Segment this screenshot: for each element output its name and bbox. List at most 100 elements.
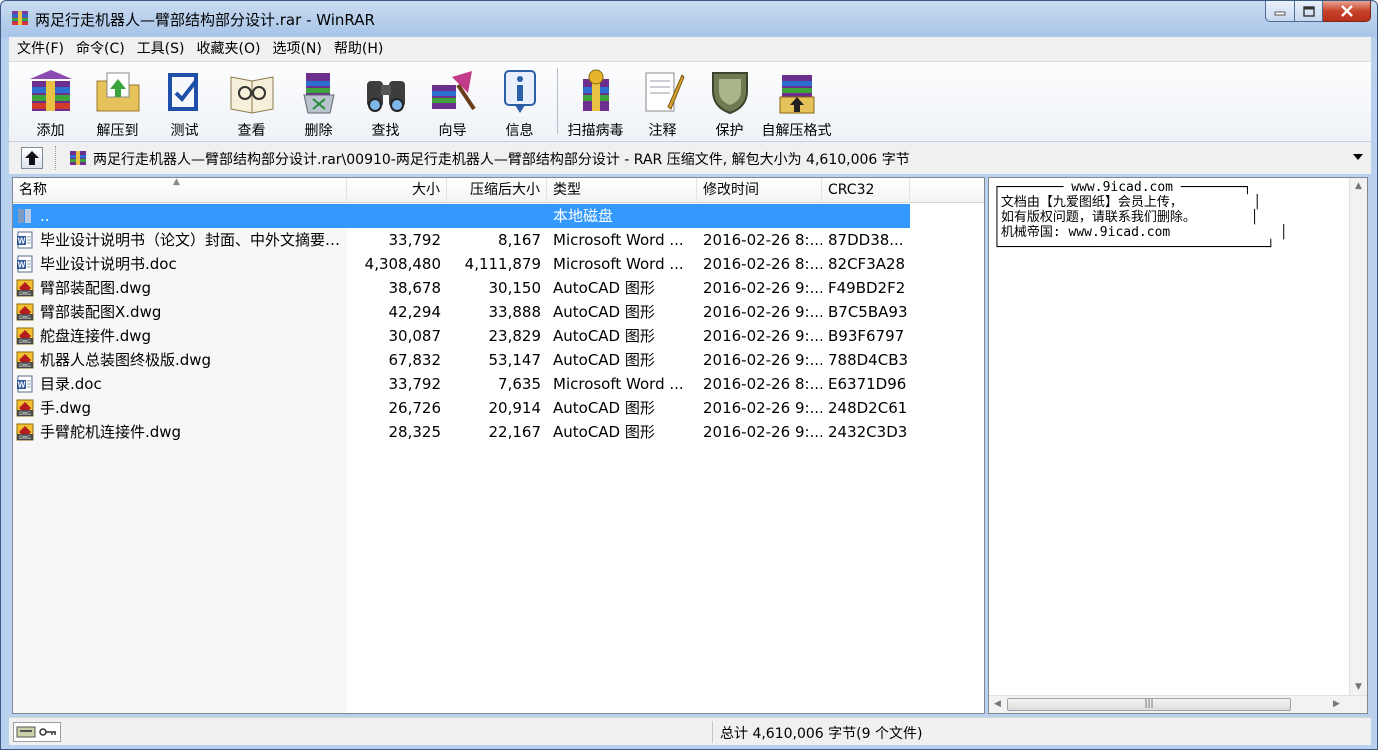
- minimize-button[interactable]: [1265, 1, 1295, 22]
- address-bar: 两足行走机器人—臂部结构部分设计.rar\00910-两足行走机器人—臂部结构部…: [9, 141, 1371, 174]
- word-doc-icon: W: [16, 231, 34, 249]
- file-modified: 2016-02-26 9:...: [703, 399, 822, 417]
- up-one-level-button[interactable]: [21, 147, 43, 169]
- file-row[interactable]: DWG 舵盘连接件.dwg 30,087 23,829 AutoCAD 图形 2016-0…: [13, 324, 984, 348]
- status-indicators[interactable]: [13, 722, 61, 742]
- scroll-up-icon[interactable]: ▲: [1355, 181, 1362, 191]
- svg-text:DWG: DWG: [19, 363, 31, 369]
- file-crc: [822, 204, 910, 228]
- virus-scan-button[interactable]: 扫描病毒: [562, 62, 629, 140]
- protect-button[interactable]: 保护: [696, 62, 763, 140]
- file-type: AutoCAD 图形: [553, 303, 655, 321]
- add-label: 添加: [36, 123, 65, 139]
- view-label: 查看: [237, 123, 266, 139]
- file-row[interactable]: DWG 臂部装配图.dwg 38,678 30,150 AutoCAD 图形 2016-0…: [13, 276, 984, 300]
- delete-button[interactable]: 删除: [285, 62, 352, 140]
- horizontal-scroll-thumb[interactable]: |||: [1007, 698, 1291, 711]
- scroll-left-icon[interactable]: ◀: [994, 699, 1001, 709]
- file-row[interactable]: DWG 手臂舵机连接件.dwg 28,325 22,167 AutoCAD 图形 2016…: [13, 420, 984, 444]
- svg-text:W: W: [18, 237, 26, 246]
- view-icon: [230, 76, 273, 114]
- wizard-button[interactable]: 向导: [419, 62, 486, 140]
- comment-button[interactable]: 注释: [629, 62, 696, 140]
- title-bar[interactable]: 两足行走机器人—臂部结构部分设计.rar - WinRAR: [1, 1, 1377, 37]
- address-field[interactable]: 两足行走机器人—臂部结构部分设计.rar\00910-两足行走机器人—臂部结构部…: [63, 145, 1365, 171]
- file-name-cell: DWG 手.dwg: [13, 396, 347, 420]
- maximize-icon: [1302, 5, 1315, 17]
- column-header-packed[interactable]: 压缩后大小: [447, 178, 547, 203]
- test-button[interactable]: 测试: [151, 62, 218, 140]
- file-size: 4,308,480: [364, 255, 441, 273]
- file-name: 手.dwg: [40, 399, 92, 417]
- comment-horizontal-scrollbar[interactable]: ◀ ||| ▶: [989, 695, 1367, 713]
- status-bar: 总计 4,610,006 字节(9 个文件): [9, 717, 1371, 745]
- svg-text:DWG: DWG: [19, 339, 31, 345]
- extract-to-button[interactable]: 解压到: [84, 62, 151, 140]
- protect-icon: [711, 72, 748, 115]
- find-button[interactable]: 查找: [352, 62, 419, 140]
- file-type: Microsoft Word ...: [553, 375, 684, 393]
- file-packed-size: [447, 204, 547, 228]
- sfx-button[interactable]: 自解压格式: [762, 62, 832, 140]
- column-header-crc[interactable]: CRC32: [822, 178, 910, 203]
- column-header-modified[interactable]: 修改时间: [697, 178, 822, 203]
- menu-file[interactable]: 文件(F): [11, 38, 70, 60]
- extract-to-label: 解压到: [96, 123, 139, 139]
- file-modified: 2016-02-26 9:...: [703, 327, 822, 345]
- scroll-down-icon[interactable]: ▼: [1355, 682, 1362, 692]
- menu-help[interactable]: 帮助(H): [328, 38, 389, 60]
- add-button[interactable]: 添加: [17, 62, 84, 140]
- menu-favorites[interactable]: 收藏夹(O): [191, 38, 267, 60]
- svg-text:W: W: [18, 381, 26, 390]
- file-row[interactable]: W 毕业设计说明书.doc 4,308,480 4,111,879 Microsoft …: [13, 252, 984, 276]
- close-button[interactable]: [1323, 1, 1371, 22]
- info-label: 信息: [505, 123, 534, 139]
- delete-label: 删除: [304, 123, 333, 139]
- file-size: 67,832: [388, 351, 442, 369]
- file-type: Microsoft Word ...: [553, 255, 684, 273]
- column-header-type[interactable]: 类型: [547, 178, 697, 203]
- address-dropdown-icon[interactable]: [1353, 154, 1363, 160]
- winrar-app-icon: [12, 11, 28, 25]
- file-size: 33,792: [388, 231, 442, 249]
- comment-pane[interactable]: ┌──────── www.9icad.com ────────┐ │文档由【九…: [988, 177, 1368, 714]
- file-crc: 82CF3A28: [828, 255, 906, 273]
- file-type: AutoCAD 图形: [553, 279, 655, 297]
- comment-icon: [645, 72, 685, 112]
- file-row[interactable]: DWG 机器人总装图终极版.dwg 67,832 53,147 AutoCAD 图形 20…: [13, 348, 984, 372]
- file-name-cell: DWG 臂部装配图.dwg: [13, 276, 347, 300]
- file-size: 38,678: [388, 279, 442, 297]
- svg-text:W: W: [18, 261, 26, 270]
- file-row[interactable]: DWG 臂部装配图X.dwg 42,294 33,888 AutoCAD 图形 2016-…: [13, 300, 984, 324]
- minimize-icon: [1274, 11, 1286, 16]
- file-row[interactable]: .. 本地磁盘: [13, 204, 984, 228]
- dwg-icon: DWG: [16, 423, 34, 441]
- menu-options[interactable]: 选项(N): [266, 38, 327, 60]
- virus-scan-icon: [582, 69, 609, 111]
- menu-commands[interactable]: 命令(C): [70, 38, 131, 60]
- view-button[interactable]: 查看: [218, 62, 285, 140]
- file-name: 机器人总装图终极版.dwg: [40, 351, 212, 369]
- file-name: 毕业设计说明书（论文）封面、中外文摘要....: [40, 231, 341, 249]
- sfx-icon: [779, 75, 814, 114]
- maximize-button[interactable]: [1295, 1, 1323, 22]
- column-header-size[interactable]: 大小: [347, 178, 447, 203]
- wizard-label: 向导: [438, 123, 467, 139]
- comment-vertical-scrollbar[interactable]: ▲ ▼: [1349, 178, 1367, 695]
- file-row[interactable]: W 毕业设计说明书（论文）封面、中外文摘要.... 33,792 8,167 Micro…: [13, 228, 984, 252]
- file-row[interactable]: W 目录.doc 33,792 7,635 Microsoft Word ... 2016…: [13, 372, 984, 396]
- file-modified: 2016-02-26 8:...: [703, 255, 822, 273]
- menu-tools[interactable]: 工具(S): [131, 38, 191, 60]
- file-row[interactable]: DWG 手.dwg 26,726 20,914 AutoCAD 图形 2016-02-26…: [13, 396, 984, 420]
- scroll-right-icon[interactable]: ▶: [1333, 699, 1340, 709]
- file-list[interactable]: 名称 ▲ 大小 压缩后大小 类型 修改时间 CRC32 .. 本地磁盘 W 毕业设计说…: [12, 177, 985, 714]
- column-name-label: 名称: [19, 182, 47, 198]
- info-button[interactable]: 信息: [486, 62, 553, 140]
- window-title: 两足行走机器人—臂部结构部分设计.rar - WinRAR: [35, 11, 375, 29]
- file-packed-size: 33,888: [488, 303, 542, 321]
- column-header-name[interactable]: 名称 ▲: [13, 178, 347, 203]
- file-size: [347, 204, 447, 228]
- file-type: AutoCAD 图形: [553, 327, 655, 345]
- up-arrow-icon: [25, 151, 39, 165]
- close-icon: [1340, 5, 1353, 17]
